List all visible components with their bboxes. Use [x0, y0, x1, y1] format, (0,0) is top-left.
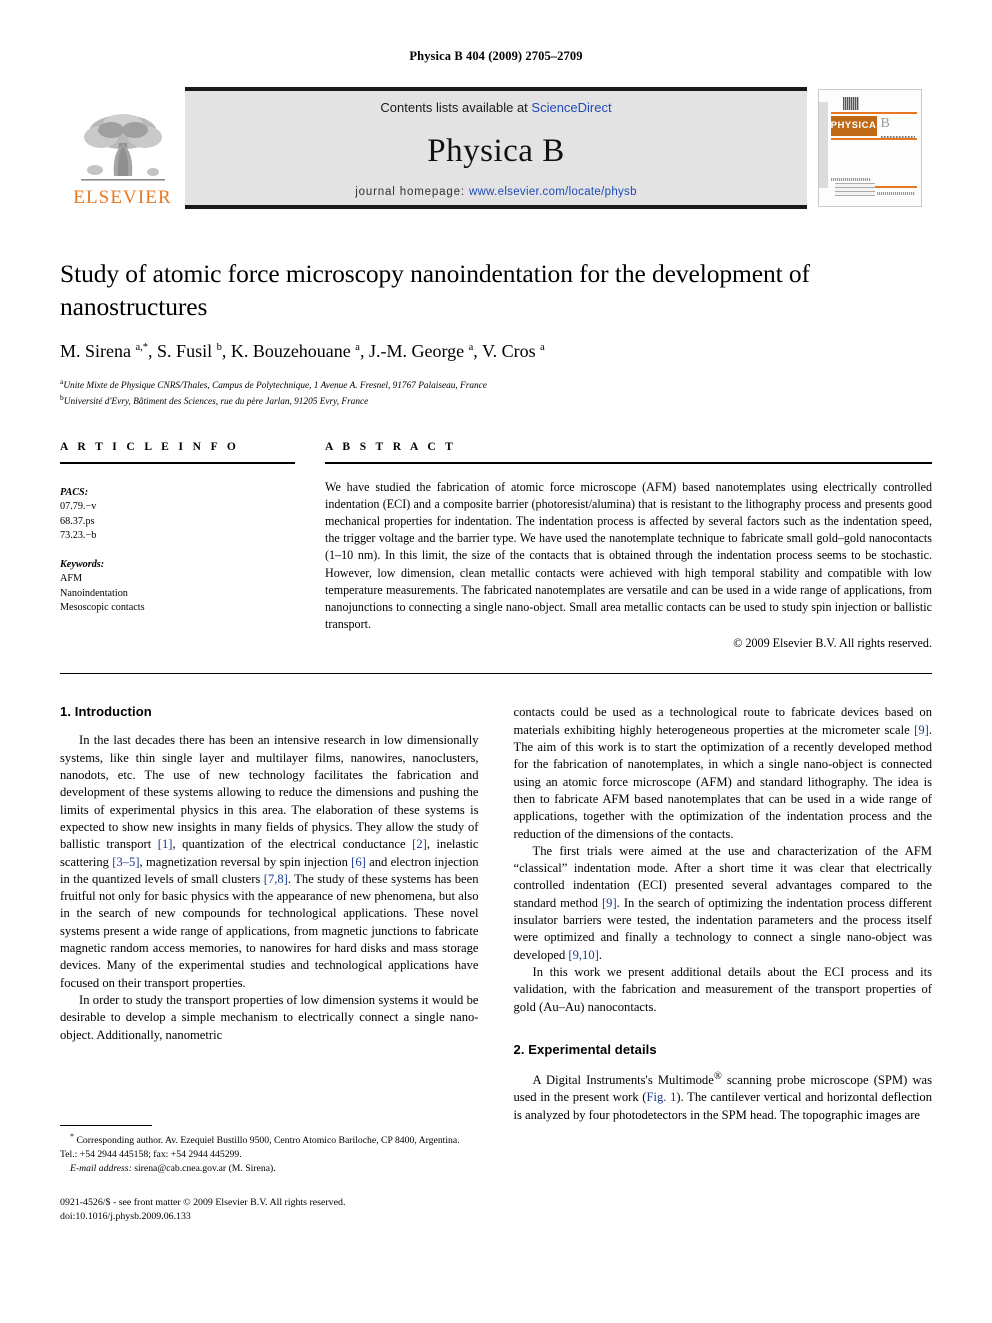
- abstract-text: We have studied the fabrication of atomi…: [325, 479, 932, 632]
- section-title-introduction: 1. Introduction: [60, 704, 152, 720]
- email-address-note: E-mail address: sirena@cab.cnea.gov.ar (…: [70, 1162, 276, 1174]
- footer-legal-block: 0921-4526/$ - see front matter © 2009 El…: [60, 1196, 479, 1225]
- article-info-rule: [60, 461, 295, 464]
- cover-caption-bar: [830, 178, 871, 181]
- pacs-code: 68.37.ps: [60, 515, 95, 527]
- pacs-code: 73.23.−b: [60, 530, 97, 542]
- section-title-experimental: 2. Experimental details: [513, 1041, 657, 1057]
- masthead-center-panel: Contents lists available at ScienceDirec…: [185, 87, 807, 209]
- article-title: Study of atomic force microscopy nanoind…: [60, 259, 810, 322]
- pacs-code: 07.79.−v: [60, 501, 97, 513]
- paragraph-right-4: A Digital Instruments's Multimode® scann…: [513, 1070, 933, 1122]
- journal-homepage-line: journal homepage: www.elsevier.com/locat…: [355, 186, 637, 198]
- cover-bottom-text-bar: [876, 192, 915, 195]
- abstract-heading: A B S T R A C T: [325, 440, 457, 453]
- info-abstract-row: A R T I C L E I N F O PACS: 07.79.−v 68.…: [60, 441, 932, 652]
- cover-rule-bottom: [874, 186, 917, 188]
- issn-copyright-line: 0921-4526/$ - see front matter © 2009 El…: [60, 1196, 346, 1208]
- cover-top-mark: [842, 97, 859, 110]
- affiliation-a: aUnite Mixte de Physique CNRS/Thales, Ca…: [60, 377, 932, 394]
- cover-left-bar: [818, 102, 828, 188]
- pacs-label: PACS:: [60, 486, 89, 498]
- cover-image: PHYSICA B: [817, 89, 922, 207]
- left-column: 1. Introduction In the last decades ther…: [60, 704, 479, 1224]
- contents-available-line: Contents lists available at ScienceDirec…: [380, 100, 611, 115]
- paragraph-right-2: The first trials were aimed at the use a…: [513, 843, 933, 962]
- journal-cover-thumbnail: PHYSICA B: [807, 87, 932, 209]
- cover-rule-top: [830, 112, 917, 114]
- title-block: Study of atomic force microscopy nanoind…: [60, 257, 932, 410]
- cover-physica-block: PHYSICA: [830, 116, 877, 136]
- doi-line: doi:10.1016/j.physb.2009.06.133: [60, 1210, 191, 1222]
- article-info-body: PACS: 07.79.−v 68.37.ps 73.23.−b Keyword…: [60, 486, 295, 616]
- cover-physica-label: PHYSICA: [830, 120, 877, 131]
- elsevier-logo: ELSEVIER: [60, 87, 185, 209]
- paragraph-intro-2: In order to study the transport properti…: [60, 993, 479, 1042]
- affiliation-list: aUnite Mixte de Physique CNRS/Thales, Ca…: [60, 377, 932, 410]
- keywords-group: Keywords: AFM Nanoindentation Mesoscopic…: [60, 558, 295, 616]
- sciencedirect-link[interactable]: ScienceDirect: [531, 100, 611, 115]
- footnote-block: * Corresponding author. Av. Ezequiel Bus…: [60, 1125, 479, 1224]
- elsevier-wordmark: ELSEVIER: [73, 187, 172, 208]
- keywords-label: Keywords:: [60, 558, 105, 570]
- homepage-prefix: journal homepage:: [355, 186, 469, 198]
- right-column: contacts could be used as a technologica…: [514, 704, 933, 1224]
- cover-letter-b: B: [880, 116, 890, 131]
- abstract-rule: [325, 461, 932, 464]
- contents-prefix: Contents lists available at: [380, 100, 532, 115]
- paragraph-intro-1: In the last decades there has been an in…: [60, 733, 479, 990]
- author-list: M. Sirena a,*, S. Fusil b, K. Bouzehouan…: [60, 341, 545, 362]
- affiliation-b: bUniversité d'Evry, Bâtiment des Science…: [60, 393, 932, 410]
- abstract-copyright: © 2009 Elsevier B.V. All rights reserved…: [733, 636, 932, 651]
- journal-masthead: ELSEVIER Contents lists available at Sci…: [60, 87, 932, 209]
- affiliation-text-a: Unite Mixte de Physique CNRS/Thales, Cam…: [63, 380, 487, 391]
- article-page: Physica B 404 (2009) 2705–2709 ELSEVIER …: [0, 0, 992, 1323]
- keyword-item: Nanoindentation: [60, 587, 128, 599]
- body-columns: 1. Introduction In the last decades ther…: [60, 704, 932, 1224]
- article-info-column: A R T I C L E I N F O PACS: 07.79.−v 68.…: [60, 441, 295, 652]
- cover-publisher-logo: [834, 183, 875, 196]
- cover-rule-mid: [830, 138, 917, 140]
- section-divider-rule: [60, 673, 932, 675]
- corresponding-author-note: * Corresponding author. Av. Ezequiel Bus…: [60, 1132, 460, 1161]
- paragraph-right-1: contacts could be used as a technologica…: [513, 705, 933, 841]
- keyword-item: AFM: [60, 573, 83, 585]
- footnote-rule: [60, 1125, 152, 1127]
- running-head: Physica B 404 (2009) 2705–2709: [409, 49, 583, 63]
- keyword-item: Mesoscopic contacts: [60, 602, 145, 614]
- journal-homepage-link[interactable]: www.elsevier.com/locate/physb: [469, 186, 637, 198]
- journal-title: Physica B: [427, 132, 565, 169]
- article-info-heading: A R T I C L E I N F O: [60, 440, 240, 453]
- paragraph-right-3: In this work we present additional detai…: [513, 965, 933, 1014]
- abstract-column: A B S T R A C T We have studied the fabr…: [325, 441, 932, 652]
- elsevier-tree-icon: [80, 114, 165, 181]
- affiliation-text-b: Université d'Evry, Bâtiment des Sciences…: [63, 397, 369, 408]
- pacs-group: PACS: 07.79.−v 68.37.ps 73.23.−b: [60, 486, 295, 544]
